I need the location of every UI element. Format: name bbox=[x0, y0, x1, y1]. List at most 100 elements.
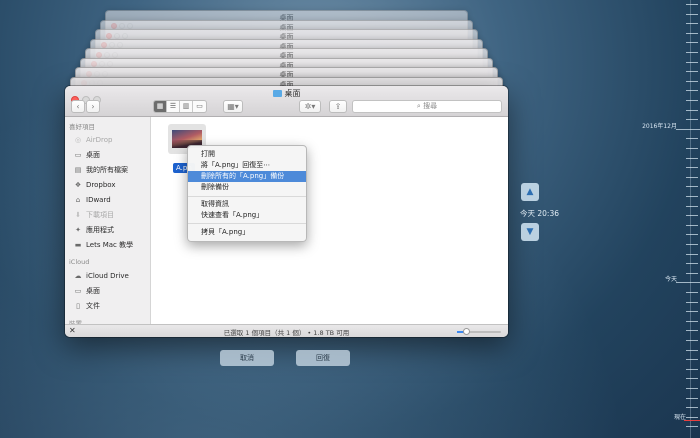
timeline-tick[interactable] bbox=[686, 90, 698, 91]
timeline-tick[interactable] bbox=[686, 359, 698, 360]
cloud-icon: ☁ bbox=[74, 272, 82, 280]
timeline-tick[interactable] bbox=[686, 369, 698, 370]
timeline-tick[interactable] bbox=[686, 100, 698, 101]
chevron-right-icon: › bbox=[91, 102, 95, 111]
timeline-tick[interactable] bbox=[686, 225, 698, 226]
context-menu-item[interactable]: 打開 bbox=[188, 149, 306, 160]
context-menu: 打開 將「A.png」回復至⋯ 刪除所有的「A.png」備份 刪除備份取得資訊 快速查看… bbox=[187, 145, 307, 242]
arrange-button[interactable]: ▦▾ bbox=[223, 100, 243, 113]
sidebar-header-favorites: 喜好項目 bbox=[69, 123, 95, 131]
timeline-tick[interactable] bbox=[686, 426, 698, 427]
timeline-tick[interactable] bbox=[686, 330, 698, 331]
sidebar-item[interactable]: ⬇ 下載項目 bbox=[73, 209, 114, 221]
timeline-tick[interactable] bbox=[686, 42, 698, 43]
list-view-icon[interactable]: ☰ bbox=[167, 101, 180, 112]
sidebar-item[interactable]: ❖ Dropbox bbox=[73, 179, 116, 191]
context-menu-item[interactable]: 取得資訊 bbox=[188, 199, 306, 210]
sidebar-item[interactable]: ▭ 桌面 bbox=[73, 285, 100, 297]
context-menu-item[interactable]: 拷貝「A.png」 bbox=[188, 227, 306, 238]
slider-knob[interactable] bbox=[462, 328, 470, 335]
timeline-tick[interactable] bbox=[686, 33, 698, 34]
timeline-tick[interactable] bbox=[686, 234, 698, 235]
timeline-tick[interactable] bbox=[686, 167, 698, 168]
sidebar-item-label: 應用程式 bbox=[86, 226, 114, 234]
sidebar-item[interactable]: ✦ 應用程式 bbox=[73, 224, 114, 236]
sidebar-item[interactable]: ▤ 我的所有檔案 bbox=[73, 164, 128, 176]
icon-size-slider[interactable] bbox=[457, 328, 501, 335]
timeline-tick[interactable] bbox=[686, 177, 698, 178]
timeline-tick[interactable] bbox=[686, 71, 698, 72]
sidebar-item[interactable]: ▬ Lets Mac 教學 bbox=[73, 239, 133, 251]
context-menu-item[interactable]: 刪除備份 bbox=[188, 182, 306, 193]
timeline-tick[interactable] bbox=[686, 417, 698, 418]
sidebar-header-icloud: iCloud bbox=[69, 258, 90, 266]
timeline-tick[interactable] bbox=[686, 311, 698, 312]
cancel-button[interactable]: 取消 bbox=[220, 350, 274, 366]
timeline-tick[interactable] bbox=[686, 378, 698, 379]
context-menu-item[interactable]: 刪除所有的「A.png」備份 bbox=[188, 171, 306, 182]
timeline-label-now: 現在 bbox=[673, 414, 686, 421]
timeline-tick[interactable] bbox=[686, 321, 698, 322]
backup-time-label: 今天 20:36 bbox=[520, 209, 559, 218]
timeline-tick[interactable] bbox=[686, 254, 698, 255]
timeline-tick[interactable] bbox=[686, 158, 698, 159]
timeline-tick[interactable] bbox=[686, 340, 698, 341]
timeline-tick[interactable] bbox=[686, 81, 698, 82]
timeline-tick[interactable] bbox=[686, 407, 698, 408]
sidebar-item-label: 文件 bbox=[86, 302, 100, 310]
column-view-icon[interactable]: ▥ bbox=[180, 101, 193, 112]
timeline-tick[interactable] bbox=[686, 52, 698, 53]
share-button[interactable]: ⇪ bbox=[329, 100, 347, 113]
timeline-tick[interactable] bbox=[676, 282, 700, 283]
timeline-tick[interactable] bbox=[686, 273, 698, 274]
forward-button[interactable]: › bbox=[86, 100, 100, 113]
sidebar-item[interactable]: ⌂ IDward bbox=[73, 194, 111, 206]
timeline-tick[interactable] bbox=[686, 23, 698, 24]
home-icon: ⌂ bbox=[75, 196, 81, 204]
timeline-tick[interactable] bbox=[686, 14, 698, 15]
sidebar-item-label: 桌面 bbox=[86, 287, 100, 295]
next-backup-button[interactable]: ▼ bbox=[521, 223, 539, 241]
timeline-tick[interactable] bbox=[686, 62, 698, 63]
sidebar-item-label: 下載項目 bbox=[86, 211, 114, 219]
timeline-tick[interactable] bbox=[686, 350, 698, 351]
timeline-tick[interactable] bbox=[686, 244, 698, 245]
timeline-tick[interactable] bbox=[686, 196, 698, 197]
timeline-tick[interactable] bbox=[686, 110, 698, 111]
timeline-tick[interactable] bbox=[686, 148, 698, 149]
timeline-axis bbox=[690, 0, 691, 438]
timeline-tick[interactable] bbox=[686, 388, 698, 389]
timeline-tick[interactable] bbox=[686, 215, 698, 216]
documents-icon: ▯ bbox=[76, 302, 80, 310]
timeline-tick[interactable] bbox=[686, 186, 698, 187]
timeline-tick[interactable] bbox=[686, 292, 698, 293]
back-button[interactable]: ‹ bbox=[71, 100, 85, 113]
arrange-icon: ▦▾ bbox=[227, 102, 239, 111]
context-menu-item[interactable]: 快速查看「A.png」 bbox=[188, 210, 306, 221]
sidebar-item[interactable]: ◎ AirDrop bbox=[73, 134, 113, 146]
sidebar: 喜好項目 ◎ AirDrop ▭ 桌面 ▤ 我的所有檔案 ❖ Dropbox ⌂ IDward ⬇ 下… bbox=[65, 117, 151, 328]
timeline-tick[interactable] bbox=[686, 302, 698, 303]
downloads-icon: ⬇ bbox=[75, 211, 81, 219]
chevron-down-icon: ▼ bbox=[526, 227, 534, 237]
restore-button[interactable]: 回復 bbox=[296, 350, 350, 366]
timeline-tick[interactable] bbox=[686, 138, 698, 139]
previous-backup-button[interactable]: ▲ bbox=[521, 183, 539, 201]
title-bar: 桌面 ‹ › ▦ ☰ ▥ ▭ ▦▾ ✲▾ ⇪ ⌕ 搜尋 bbox=[65, 86, 508, 117]
timeline-tick[interactable] bbox=[686, 398, 698, 399]
folder-icon: ▬ bbox=[74, 241, 82, 249]
coverflow-view-icon[interactable]: ▭ bbox=[193, 101, 206, 112]
menu-separator bbox=[188, 223, 306, 224]
timeline-tick[interactable] bbox=[686, 4, 698, 5]
action-button[interactable]: ✲▾ bbox=[299, 100, 321, 113]
timeline-tick[interactable] bbox=[676, 129, 700, 130]
sidebar-item[interactable]: ☁ iCloud Drive bbox=[73, 270, 129, 282]
search-field[interactable]: ⌕ 搜尋 bbox=[352, 100, 502, 113]
context-menu-item[interactable]: 將「A.png」回復至⋯ bbox=[188, 160, 306, 171]
timeline-tick[interactable] bbox=[686, 263, 698, 264]
timeline-tick[interactable] bbox=[686, 119, 698, 120]
icon-view-icon[interactable]: ▦ bbox=[154, 101, 167, 112]
sidebar-item[interactable]: ▭ 桌面 bbox=[73, 149, 100, 161]
sidebar-item[interactable]: ▯ 文件 bbox=[73, 300, 100, 312]
timeline-tick[interactable] bbox=[686, 206, 698, 207]
